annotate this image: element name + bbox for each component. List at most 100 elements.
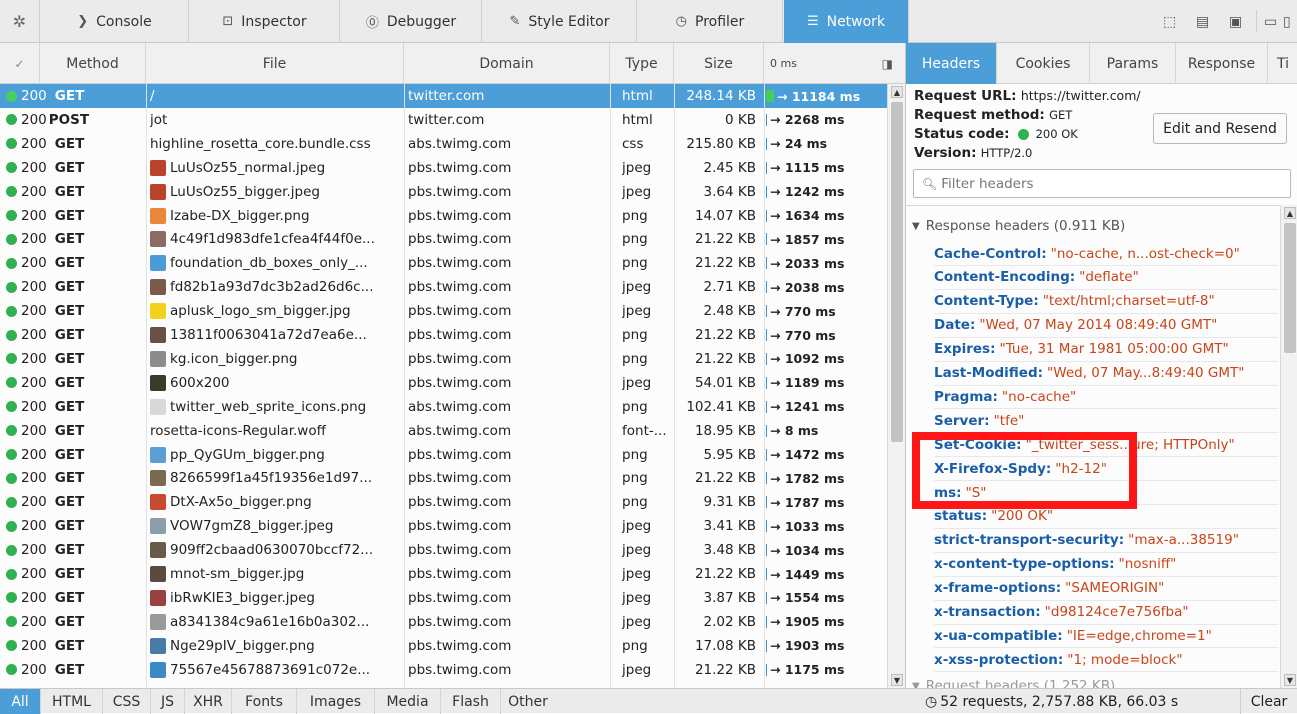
- header-row[interactable]: strict-transport-security: "max-a...38519…: [934, 529, 1278, 553]
- domain-cell: pbs.twimg.com: [408, 661, 512, 678]
- options-gear-icon[interactable]: ✲: [0, 0, 40, 43]
- table-row[interactable]: 200 GET 4c49f1d983dfe1cfea4f44f0e... pbs.tw…: [0, 227, 887, 251]
- domain-column-header[interactable]: Domain: [404, 43, 610, 84]
- scrollbar-thumb[interactable]: [1284, 223, 1296, 353]
- type-cell: png: [622, 255, 648, 272]
- filter-media[interactable]: Media: [375, 689, 441, 714]
- table-row[interactable]: 200 GET kg.icon_bigger.png pbs.twimg.com png…: [0, 347, 887, 371]
- table-row[interactable]: 200 GET Nge29pIV_bigger.png pbs.twimg.com pn…: [0, 634, 887, 658]
- pick-element-icon[interactable]: ⬚: [1163, 0, 1176, 43]
- size-column-header[interactable]: Size: [674, 43, 764, 84]
- table-row[interactable]: 200 GET / twitter.com html 248.14 KB → 11184 m…: [0, 84, 887, 108]
- tab-headers[interactable]: Headers: [906, 43, 997, 84]
- tab-console[interactable]: ❯ Console: [41, 0, 189, 43]
- table-row[interactable]: 200 POST jot twitter.com html 0 KB → 2268 ms: [0, 108, 887, 132]
- filter-other[interactable]: Other: [501, 689, 555, 714]
- waterfall-column-header[interactable]: 0 ms ◨: [764, 43, 905, 84]
- header-row[interactable]: Date: "Wed, 07 May 2014 08:49:40 GMT": [934, 314, 1278, 338]
- header-row[interactable]: Server: "tfe": [934, 409, 1278, 434]
- status-dot-icon: [6, 544, 17, 556]
- table-row[interactable]: 200 GET VOW7gmZ8_bigger.jpeg pbs.twimg.com j…: [0, 514, 887, 538]
- method: GET: [54, 159, 85, 176]
- timing-value: → 2038 ms: [770, 279, 845, 295]
- scroll-up-arrow-icon[interactable]: ▲: [891, 86, 903, 98]
- table-row[interactable]: 200 GET DtX-Ax5o_bigger.png pbs.twimg.com pn…: [0, 490, 887, 514]
- header-row[interactable]: Content-Encoding: "deflate": [934, 266, 1278, 290]
- header-row[interactable]: Content-Type: "text/html;charset=utf-8": [934, 290, 1278, 314]
- request-headers-section[interactable]: ▼ Request headers (1.252 KB): [912, 678, 1115, 688]
- dock-side-icon[interactable]: ▯: [1283, 0, 1291, 43]
- header-row[interactable]: Expires: "Tue, 31 Mar 1981 05:00:00 GMT": [934, 338, 1278, 362]
- status-column-header[interactable]: ✓: [0, 43, 40, 84]
- timing-bar: [766, 233, 767, 246]
- filter-html[interactable]: HTML: [41, 689, 103, 714]
- table-row[interactable]: 200 GET highline_rosetta_core.bundle.css ab…: [0, 132, 887, 156]
- filter-js[interactable]: JS: [151, 689, 185, 714]
- table-row[interactable]: 200 GET rosetta-icons-Regular.woff abs.twim…: [0, 419, 887, 443]
- tab-timings[interactable]: Ti: [1268, 43, 1297, 84]
- clear-button[interactable]: Clear: [1240, 689, 1297, 714]
- table-row[interactable]: 200 GET LuUsOz55_bigger.jpeg pbs.twimg.com j…: [0, 180, 887, 204]
- tab-debugger[interactable]: ⓪ Debugger: [341, 0, 482, 43]
- split-console-icon[interactable]: ▤: [1196, 0, 1209, 43]
- edit-and-resend-button[interactable]: Edit and Resend: [1153, 113, 1287, 144]
- response-headers-section[interactable]: ▼ Response headers (0.911 KB): [912, 218, 1125, 234]
- tab-response[interactable]: Response: [1176, 43, 1268, 84]
- filter-headers-input[interactable]: 🔍︎ Filter headers: [913, 169, 1291, 198]
- collapse-details-icon[interactable]: ◨: [882, 57, 893, 71]
- tab-inspector[interactable]: ⊡ Inspector: [190, 0, 340, 43]
- filter-all[interactable]: All: [0, 689, 41, 714]
- domain-cell: pbs.twimg.com: [408, 637, 512, 654]
- filter-images[interactable]: Images: [297, 689, 375, 714]
- filter-xhr[interactable]: XHR: [185, 689, 232, 714]
- method-column-header[interactable]: Method: [40, 43, 146, 84]
- scrollbar-thumb[interactable]: [891, 102, 903, 442]
- status-dot-icon: [6, 401, 17, 413]
- status-cell: 200 GET: [6, 204, 146, 228]
- tab-style-editor[interactable]: ✎ Style Editor: [483, 0, 637, 43]
- scroll-down-arrow-icon[interactable]: ▼: [891, 674, 903, 686]
- file-column-header[interactable]: File: [146, 43, 404, 84]
- table-row[interactable]: 200 GET 13811f0063041a72d7ea6e... pbs.twimg…: [0, 323, 887, 347]
- table-row[interactable]: 200 GET aplusk_logo_sm_bigger.jpg pbs.twimg…: [0, 299, 887, 323]
- responsive-mode-icon[interactable]: ▣: [1229, 0, 1242, 43]
- header-row[interactable]: Cache-Control: "no-cache, n...ost-check=0…: [934, 242, 1278, 266]
- table-row[interactable]: 200 GET mnot-sm_bigger.jpg pbs.twimg.com jpe…: [0, 562, 887, 586]
- timing-value: → 770 ms: [770, 303, 836, 319]
- table-row[interactable]: 200 GET ibRwKIE3_bigger.jpeg pbs.twimg.com j…: [0, 586, 887, 610]
- request-list-scrollbar[interactable]: ▲ ▼: [887, 84, 905, 688]
- headers-scrollbar[interactable]: ▲ ▼: [1280, 205, 1297, 688]
- header-row[interactable]: x-transaction: "d98124ce7e756fba": [934, 601, 1278, 625]
- tab-params[interactable]: Params: [1090, 43, 1176, 84]
- filter-flash[interactable]: Flash: [441, 689, 501, 714]
- status-code: 200: [21, 350, 47, 367]
- header-row[interactable]: x-ua-compatible: "IE=edge,chrome=1": [934, 624, 1278, 649]
- table-row[interactable]: 200 GET twitter_web_sprite_icons.png abs.tw…: [0, 395, 887, 419]
- table-row[interactable]: 200 GET foundation_db_boxes_only_... pbs.tw…: [0, 251, 887, 275]
- scroll-down-arrow-icon[interactable]: ▼: [1284, 674, 1296, 686]
- type-column-header[interactable]: Type: [610, 43, 674, 84]
- table-row[interactable]: 200 GET a8341384c9a61e16b0a302... pbs.twimg…: [0, 610, 887, 634]
- table-row[interactable]: 200 GET fd82b1a93d7dc3b2ad26d6c... pbs.twim…: [0, 275, 887, 299]
- header-row[interactable]: Last-Modified: "Wed, 07 May...8:49:40 GMT…: [934, 362, 1278, 386]
- domain-cell: pbs.twimg.com: [408, 303, 512, 320]
- table-row[interactable]: 200 GET 909ff2cbaad0630070bccf72... pbs.twi…: [0, 538, 887, 562]
- table-row[interactable]: 200 GET 8266599f1a45f19356e1d97... pbs.twim…: [0, 466, 887, 490]
- header-row[interactable]: Pragma: "no-cache": [934, 385, 1278, 410]
- tab-profiler[interactable]: ◷ Profiler: [638, 0, 783, 43]
- tab-cookies[interactable]: Cookies: [997, 43, 1090, 84]
- header-row[interactable]: x-frame-options: "SAMEORIGIN": [934, 577, 1278, 601]
- filter-css[interactable]: CSS: [103, 689, 151, 714]
- tab-network[interactable]: ☰ Network: [784, 0, 909, 43]
- header-row[interactable]: x-content-type-options: "nosniff": [934, 553, 1278, 577]
- dock-bottom-icon[interactable]: ▭: [1264, 0, 1277, 43]
- timing-bar: [766, 113, 767, 126]
- header-row[interactable]: x-xss-protection: "1; mode=block": [934, 648, 1278, 673]
- filter-fonts[interactable]: Fonts: [232, 689, 297, 714]
- table-row[interactable]: 200 GET 75567e45678873691c072e... pbs.twimg…: [0, 658, 887, 682]
- table-row[interactable]: 200 GET LuUsOz55_normal.jpeg pbs.twimg.com j…: [0, 156, 887, 180]
- table-row[interactable]: 200 GET 600x200 pbs.twimg.com jpeg 54.01 KB → …: [0, 371, 887, 395]
- scroll-up-arrow-icon[interactable]: ▲: [1284, 207, 1296, 219]
- table-row[interactable]: 200 GET Izabe-DX_bigger.png pbs.twimg.com pn…: [0, 204, 887, 228]
- table-row[interactable]: 200 GET pp_QyGUm_bigger.png pbs.twimg.com pn…: [0, 443, 887, 467]
